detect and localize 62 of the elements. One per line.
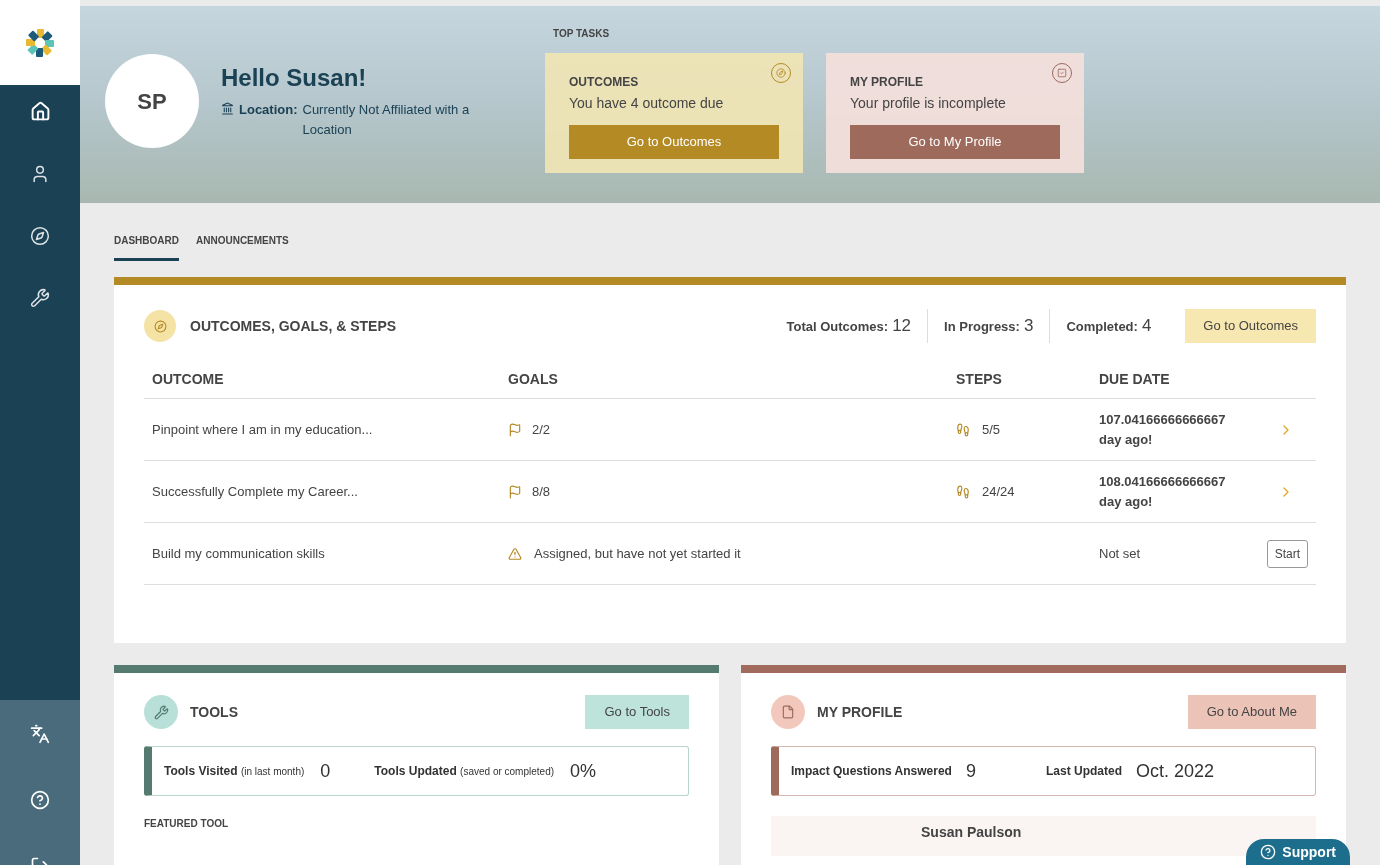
due-date: Not set [1091,522,1251,585]
stat-value: 3 [1023,315,1034,338]
help-icon [1260,844,1277,860]
greeting-title: Hello Susan! [221,63,368,93]
table-cell: Pinpoint where I am in my education... [144,398,500,461]
flag-icon [508,422,522,437]
column-header: DUE DATE [1091,361,1251,399]
task-button[interactable]: Go to My Profile [850,125,1060,159]
task-text: You have 4 outcome due [569,94,725,113]
support-button[interactable]: Support [1246,839,1350,865]
logo-icon [25,27,55,58]
tab[interactable]: DASHBOARD [114,233,179,261]
column-header: STEPS [948,361,1091,399]
document-icon [771,695,805,729]
stat-label: Completed: [1066,318,1138,337]
stat-value: Oct. 2022 [1135,759,1214,783]
stat-label: Impact Questions Answered [791,763,952,780]
status-text: Assigned, but have not yet started it [534,544,741,563]
go-to-about-me-button[interactable]: Go to About Me [1187,695,1316,729]
task-title: MY PROFILE [850,74,924,91]
stat-label: Tools Updated (saved or completed) [374,763,555,780]
bank-icon [221,102,234,115]
card-title: OUTCOMES, GOALS, & STEPS [190,316,397,336]
start-button[interactable]: Start [1266,539,1308,568]
avatar: SP [105,54,199,148]
footprints-icon [956,422,970,437]
goals-count: 8/8 [532,482,551,501]
card-title: TOOLS [190,702,238,722]
location-text: Currently Not Affiliated with a Location [302,101,471,139]
warning-icon [508,546,522,561]
due-date: 107.04166666666667 day ago! [1091,398,1251,461]
top-tasks-title: TOP TASKS [552,27,611,41]
go-to-tools-button[interactable]: Go to Tools [585,695,689,729]
stat-label: Last Updated [1045,763,1122,780]
steps-count: 24/24 [982,482,1015,501]
stat-label: Tools Visited (in last month) [164,763,305,780]
column-header: OUTCOME [144,361,500,399]
go-to-outcomes-button[interactable]: Go to Outcomes [1185,309,1316,343]
stat-value: 0% [570,759,597,783]
person-name: Susan Paulson [921,823,1022,842]
goals-count: 2/2 [532,420,551,439]
stat-value: 9 [965,759,976,783]
flag-icon [508,484,522,499]
tab[interactable]: ANNOUNCEMENTS [196,233,289,261]
location-label: Location: [239,101,298,119]
column-header: GOALS [500,361,948,399]
stat-value: 12 [892,315,912,338]
due-date: 108.04166666666667 day ago! [1091,460,1251,523]
footprints-icon [956,484,970,499]
compass-icon [144,310,176,342]
table-cell: Build my communication skills [144,522,500,585]
card-title: MY PROFILE [817,702,903,722]
wrench-icon [144,695,178,729]
task-title: OUTCOMES [569,74,639,91]
task-text: Your profile is incomplete [850,94,1007,113]
stat-label: In Progress: [944,318,1020,337]
stat-label: Total Outcomes: [786,318,889,337]
table-cell: Successfully Complete my Career... [144,460,500,523]
steps-count: 5/5 [982,420,1001,439]
featured-tool-title: FEATURED TOOL [144,817,230,831]
stat-value: 0 [320,759,331,783]
stat-value: 4 [1141,315,1152,338]
